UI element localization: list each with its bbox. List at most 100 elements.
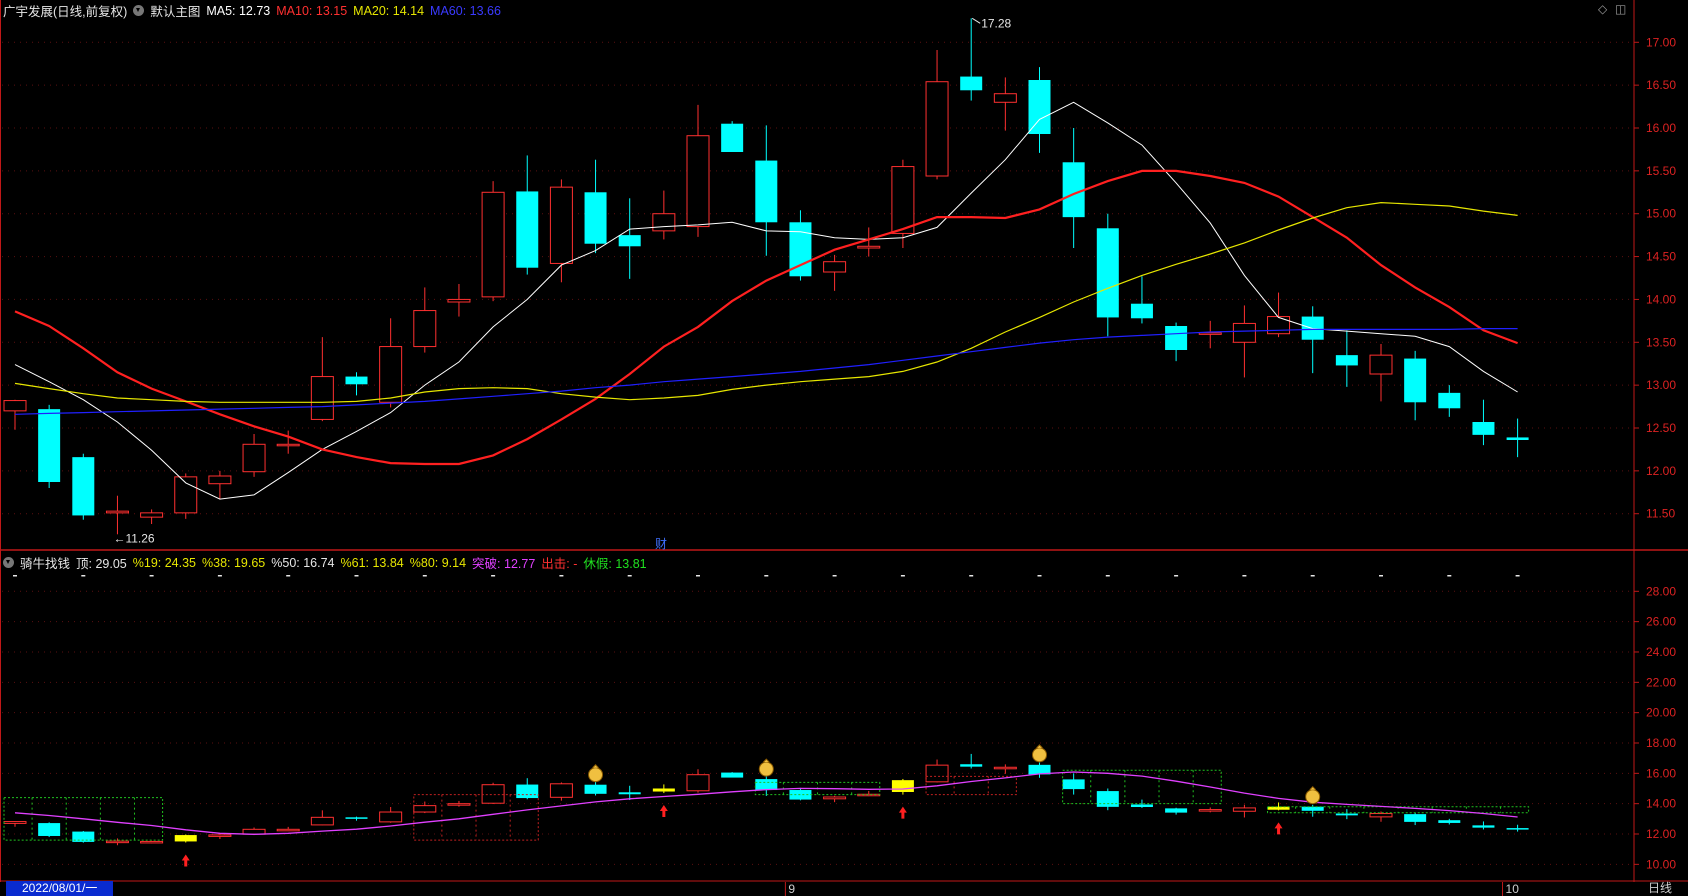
- indicator-candle-body: [925, 764, 949, 783]
- indicator-candle-body: [276, 828, 300, 832]
- price-tick-label: 14.50: [1646, 250, 1676, 264]
- period-label[interactable]: 日线: [1648, 881, 1672, 896]
- template-name[interactable]: 默认主图: [150, 1, 200, 20]
- day-marker: [559, 575, 564, 577]
- date-cursor-label: 2022/08/01/一: [6, 881, 114, 896]
- candle-body: [1472, 422, 1495, 435]
- day-marker: [696, 575, 700, 577]
- indicator-tick-label: 26.00: [1646, 615, 1676, 629]
- candle-body: [1506, 437, 1529, 440]
- buy-arrow-icon: [659, 805, 668, 818]
- max-price-arrow: [971, 17, 981, 24]
- candle-body: [549, 186, 573, 264]
- indicator-candle-body: [413, 805, 437, 813]
- indicator-candle-body: [310, 816, 334, 826]
- money-bag-icon: [1305, 789, 1321, 805]
- day-marker: [1105, 575, 1110, 577]
- indicator-candle-body: [38, 823, 61, 836]
- candle-body: [618, 235, 641, 247]
- candle-body: [1198, 332, 1222, 335]
- day-marker: [900, 575, 905, 577]
- day-marker: [422, 575, 427, 577]
- candle-body: [686, 135, 710, 228]
- indicator-candle-body: [652, 788, 675, 792]
- indicator-candle-body: [1267, 806, 1290, 810]
- day-marker: [81, 575, 86, 577]
- indicator-name[interactable]: 骑牛找钱: [20, 553, 70, 572]
- indicator-dropdown-icon[interactable]: [3, 557, 14, 568]
- candle-body: [891, 166, 915, 234]
- indicator-tick-label: 18.00: [1646, 736, 1676, 750]
- indicator-candle-body: [584, 784, 607, 794]
- diamond-icon[interactable]: ◇: [1598, 2, 1607, 16]
- template-dropdown-icon[interactable]: [133, 5, 145, 16]
- indicator-candle-body: [140, 840, 164, 844]
- price-tick-label: 11.50: [1646, 507, 1675, 521]
- month-label: 10: [1506, 882, 1520, 896]
- price-tick-label: 17.00: [1646, 35, 1676, 49]
- indicator-candle-body: [686, 774, 710, 792]
- price-tick-label: 13.50: [1646, 335, 1676, 349]
- indicator-candle-body: [891, 780, 914, 792]
- price-tick-label: 16.50: [1646, 78, 1676, 92]
- exit-value: 出击: -: [541, 557, 578, 571]
- buy-arrow-icon: [1274, 822, 1283, 835]
- indicator-candle-body: [345, 817, 368, 819]
- day-marker: [1037, 575, 1042, 577]
- candle-body: [1232, 322, 1256, 343]
- day-marker: [149, 575, 154, 577]
- candle-body: [447, 298, 471, 303]
- money-bag-tie: [1309, 785, 1317, 791]
- day-marker: [1174, 575, 1179, 577]
- chart-canvas[interactable]: 17.00 16.50 16.00 15.50 15.00 14.50 14.00 13.50…: [0, 0, 1688, 896]
- month-label: 9: [788, 882, 795, 896]
- day-marker: [627, 575, 632, 577]
- indicator-candle-body: [1130, 804, 1153, 808]
- indicator-candle-body: [857, 793, 881, 797]
- candle-body: [413, 310, 437, 348]
- candle-body: [481, 191, 505, 298]
- indicator-candle-body: [960, 764, 983, 767]
- candle-body: [1404, 358, 1427, 403]
- price-tick-label: 16.00: [1646, 121, 1676, 135]
- day-marker: [832, 575, 837, 577]
- indicator-tick-label: 10.00: [1646, 857, 1676, 871]
- day-marker: [1242, 575, 1247, 577]
- indicator-candle-body: [1232, 807, 1256, 812]
- breakout-value: 突破: 12.77: [472, 557, 536, 571]
- ma10-value: MA10: 13.15: [276, 3, 348, 18]
- candle-body: [1028, 80, 1051, 134]
- max-price-annotation: 17.28: [981, 16, 1011, 30]
- panel-toggle-icon[interactable]: ◫: [1615, 2, 1626, 16]
- ma20-value: MA20: 14.14: [353, 3, 425, 18]
- candle-body: [584, 192, 607, 244]
- ma-line-ma60: [14, 328, 1518, 415]
- indicator-candle-body: [1438, 820, 1461, 823]
- day-marker: [354, 575, 359, 577]
- indicator-candle-body: [1198, 809, 1222, 812]
- indicator-candle-body: [1062, 779, 1085, 790]
- money-bag-tie: [592, 764, 599, 769]
- indicator-tick-label: 22.00: [1646, 675, 1676, 689]
- rest-zone-box: [1062, 769, 1222, 805]
- candle-body: [379, 346, 403, 403]
- candle-body: [1438, 392, 1461, 409]
- candle-body: [1130, 303, 1153, 319]
- indicator-candle-body: [1506, 828, 1529, 830]
- candle-body: [755, 160, 778, 223]
- indicator-candle-body: [823, 796, 847, 800]
- indicator-candle-body: [1165, 808, 1188, 813]
- stock-title: 广宇发展(日线,前复权): [3, 5, 128, 19]
- indicator-candle-body: [379, 811, 403, 823]
- day-marker: [764, 575, 769, 577]
- candle-body: [652, 213, 676, 232]
- indicator-candle-body: [618, 792, 641, 795]
- money-bag-tie: [1036, 744, 1043, 749]
- indicator-tick-label: 14.00: [1646, 797, 1676, 811]
- candle-body: [857, 245, 881, 249]
- indicator-candle-body: [1472, 825, 1495, 828]
- candle-body: [960, 76, 983, 91]
- min-price-annotation: ←11.26: [113, 531, 154, 545]
- finance-event-mark: 财: [655, 537, 667, 551]
- indicator-tick-label: 28.00: [1646, 584, 1676, 598]
